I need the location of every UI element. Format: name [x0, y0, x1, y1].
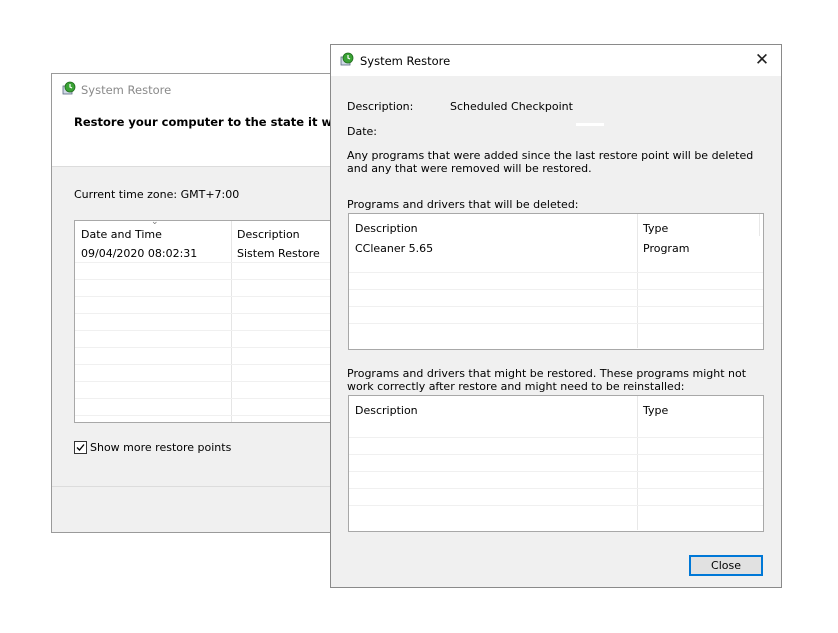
row-line [75, 279, 373, 280]
deleted-item-type: Program [643, 242, 690, 255]
restore-points-header: Date and Time ⌄ Description [75, 217, 373, 244]
system-restore-details-window: System Restore ✕ Description: Scheduled … [330, 44, 782, 588]
row-line [349, 289, 763, 290]
sort-chevron-icon: ⌄ [151, 217, 159, 227]
checkbox-box[interactable] [74, 441, 87, 454]
close-icon[interactable]: ✕ [752, 50, 772, 70]
row-line [75, 347, 373, 348]
column-header-description[interactable]: Description [237, 228, 300, 241]
back-header-area: Restore your computer to the state it wa… [52, 104, 375, 167]
back-title-bar[interactable]: System Restore [52, 74, 350, 104]
row-line [349, 454, 763, 455]
table-row[interactable]: 09/04/2020 08:02:31 Sistem Restore [75, 246, 373, 262]
row-line [75, 330, 373, 331]
row-line [75, 415, 373, 416]
row-description: Sistem Restore [237, 247, 320, 260]
row-date: 09/04/2020 08:02:31 [81, 247, 198, 260]
column-divider [759, 214, 760, 236]
close-button[interactable]: Close [689, 555, 763, 576]
front-title-bar[interactable]: System Restore ✕ [331, 45, 781, 76]
deleted-column-description[interactable]: Description [355, 222, 418, 235]
restored-section-label: Programs and drivers that might be resto… [347, 367, 747, 393]
checkmark-icon [76, 444, 85, 451]
row-line [75, 313, 373, 314]
row-line [349, 306, 763, 307]
front-window-title: System Restore [360, 54, 451, 68]
row-line [349, 471, 763, 472]
table-row[interactable]: CCleaner 5.65 Program [349, 239, 763, 255]
row-line [75, 262, 373, 263]
row-line [349, 437, 763, 438]
deleted-programs-list[interactable]: Description Type CCleaner 5.65 Program [348, 213, 764, 350]
description-value: Scheduled Checkpoint [450, 100, 573, 113]
deleted-section-label: Programs and drivers that will be delete… [347, 198, 579, 211]
system-restore-back-window: System Restore Restore your computer to … [51, 73, 375, 533]
info-text: Any programs that were added since the l… [347, 149, 754, 175]
restored-column-type[interactable]: Type [643, 404, 668, 417]
show-more-label[interactable]: Show more restore points [90, 441, 231, 454]
system-restore-icon [340, 52, 354, 66]
row-line [75, 398, 373, 399]
description-label: Description: [347, 100, 414, 113]
row-line [349, 505, 763, 506]
back-divider [52, 486, 350, 487]
timezone-label: Current time zone: GMT+7:00 [74, 188, 240, 201]
column-divider [637, 396, 638, 530]
system-restore-icon [62, 81, 76, 95]
column-divider [637, 214, 638, 348]
date-value-field [576, 123, 604, 126]
restored-column-description[interactable]: Description [355, 404, 418, 417]
row-line [349, 323, 763, 324]
row-line [75, 296, 373, 297]
deleted-item-description: CCleaner 5.65 [355, 242, 434, 255]
back-window-title: System Restore [81, 83, 172, 97]
row-line [75, 364, 373, 365]
deleted-column-type[interactable]: Type [643, 222, 668, 235]
row-line [349, 272, 763, 273]
row-line [349, 488, 763, 489]
restored-programs-list[interactable]: Description Type [348, 395, 764, 532]
column-header-date[interactable]: Date and Time [81, 228, 162, 241]
date-label: Date: [347, 125, 377, 138]
row-line [75, 381, 373, 382]
restore-points-list[interactable]: Date and Time ⌄ Description 09/04/2020 0… [74, 217, 374, 423]
